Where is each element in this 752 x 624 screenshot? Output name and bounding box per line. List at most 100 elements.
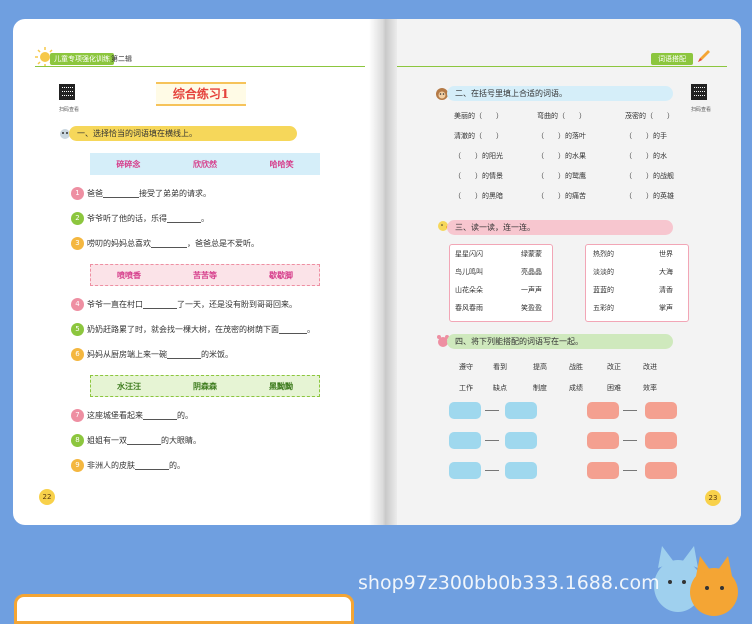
answer-slot[interactable]: [505, 462, 537, 479]
pair-word: 遵守: [459, 363, 473, 371]
qr-code: [691, 84, 707, 100]
book-gutter: [369, 19, 399, 525]
match-word-left: 亮晶晶: [521, 268, 542, 276]
word-option: 喷喷香: [117, 270, 141, 280]
match-word-left: 鸟儿鸣叫: [455, 268, 483, 276]
answer-slot[interactable]: [587, 432, 619, 449]
word-option: 黑黝黝: [269, 381, 293, 391]
question-text: 妈妈从厨房端上来一碗: [87, 350, 167, 359]
match-word-right: 世界: [659, 250, 673, 258]
question-number: 5: [71, 323, 84, 336]
question-text: ，爸爸总是不爱听。: [187, 239, 259, 248]
left-page: 儿童专项强化训练 第二辑 扫码查看 综合练习1 一、选择恰当的词语填在横线上。 …: [13, 19, 373, 525]
answer-blank[interactable]: [127, 436, 161, 445]
answer-blank[interactable]: [151, 239, 187, 248]
answer-blank[interactable]: [143, 300, 177, 309]
question-text: 爷爷一直在村口: [87, 300, 143, 309]
question-text: 的大眼睛。: [161, 436, 201, 445]
question-text: 了一天，还是没有盼到哥哥回来。: [177, 300, 297, 309]
answer-slot[interactable]: [645, 462, 677, 479]
pair-word: 缺点: [493, 384, 507, 392]
qr-label: 扫码查看: [691, 107, 712, 113]
word-group-1: 碎碎念 欣欣然 哈哈笑: [90, 153, 320, 175]
match-word-right: 五彩的: [593, 304, 614, 312]
answer-blank[interactable]: [103, 189, 139, 198]
pair-word: 改进: [643, 363, 657, 371]
question-text: 接受了弟弟的请求。: [139, 189, 211, 198]
question-number: 8: [71, 434, 84, 447]
fill-in-item: （ ）的英雄: [625, 192, 674, 200]
connector-dash: [623, 470, 637, 471]
fill-in-item: （ ）的情景: [454, 172, 503, 180]
pencil-icon: [698, 50, 710, 62]
pair-word: 工作: [459, 384, 473, 392]
pair-word: 战胜: [569, 363, 583, 371]
pair-word: 效率: [643, 384, 657, 392]
word-group-3: 水汪汪 阴森森 黑黝黝: [90, 375, 320, 397]
question-number: 1: [71, 187, 84, 200]
section-1-heading: 一、选择恰当的词语填在横线上。: [69, 126, 297, 141]
question-text: 唠叨的妈妈总喜欢: [87, 239, 151, 248]
cartoon-cats-illustration: [654, 546, 738, 616]
pair-word: 制度: [533, 384, 547, 392]
question-9: 9 非洲人的皮肤 的。: [71, 459, 185, 472]
topic-tag: 词语搭配: [651, 53, 693, 65]
qr-label: 扫码查看: [59, 107, 80, 113]
answer-slot[interactable]: [505, 432, 537, 449]
series-tag: 儿童专项强化训练: [50, 53, 114, 65]
header-divider: [397, 66, 727, 67]
answer-slot[interactable]: [449, 432, 481, 449]
question-4: 4 爷爷一直在村口 了一天，还是没有盼到哥哥回来。: [71, 298, 297, 311]
pair-word: 改正: [607, 363, 621, 371]
question-7: 7 这座城堡看起来 的。: [71, 409, 193, 422]
connector-dash: [623, 410, 637, 411]
answer-slot[interactable]: [449, 402, 481, 419]
answer-slot[interactable]: [587, 402, 619, 419]
word-option: 阴森森: [193, 381, 217, 391]
answer-slot[interactable]: [645, 432, 677, 449]
question-number: 6: [71, 348, 84, 361]
pair-word: 成绩: [569, 384, 583, 392]
pair-word: 困难: [607, 384, 621, 392]
answer-slot[interactable]: [645, 402, 677, 419]
fill-in-item: （ ）的水: [625, 152, 667, 160]
match-word-left: 一声声: [521, 286, 542, 294]
answer-blank[interactable]: [135, 461, 169, 470]
fill-in-item: （ ）的阳光: [454, 152, 503, 160]
question-text: 。: [201, 214, 209, 223]
question-6: 6 妈妈从厨房端上来一碗 的米饭。: [71, 348, 233, 361]
answer-slot[interactable]: [587, 462, 619, 479]
word-option: 水汪汪: [117, 381, 141, 391]
question-number: 7: [71, 409, 84, 422]
match-word-left: 春风春雨: [455, 304, 483, 312]
question-5: 5 奶奶赶路累了时，就会找一棵大树，在茂密的树荫下面 。: [71, 323, 315, 336]
word-option: 欣欣然: [192, 159, 217, 169]
answer-blank[interactable]: [167, 350, 201, 359]
connector-dash: [485, 470, 499, 471]
answer-blank[interactable]: [143, 411, 177, 420]
fill-in-item: （ ）的鹫鹰: [537, 172, 586, 180]
question-text: 。: [307, 325, 315, 334]
answer-slot[interactable]: [449, 462, 481, 479]
question-text: 姐姐有一双: [87, 436, 127, 445]
question-text: 非洲人的皮肤: [87, 461, 135, 470]
answer-slot[interactable]: [505, 402, 537, 419]
question-text: 的。: [169, 461, 185, 470]
page-number-right: 23: [705, 490, 721, 506]
answer-blank[interactable]: [167, 214, 201, 223]
question-8: 8 姐姐有一双 的大眼睛。: [71, 434, 201, 447]
match-word-right: 蓝蓝的: [593, 286, 614, 294]
word-option: 哈哈笑: [269, 159, 294, 169]
fill-in-item: 美丽的（ ）: [454, 112, 503, 120]
word-option: 歇歇脚: [269, 270, 293, 280]
fill-in-item: （ ）的黑暗: [454, 192, 503, 200]
workbook-spread: 儿童专项强化训练 第二辑 扫码查看 综合练习1 一、选择恰当的词语填在横线上。 …: [13, 19, 741, 525]
fill-in-item: 茂密的（ ）: [625, 112, 674, 120]
match-word-right: 热烈的: [593, 250, 614, 258]
question-text: 的。: [177, 411, 193, 420]
word-group-2: 喷喷香 苦苦等 歇歇脚: [90, 264, 320, 286]
question-text: 爸爸: [87, 189, 103, 198]
page-title: 综合练习1: [156, 82, 246, 106]
answer-blank[interactable]: [279, 325, 307, 334]
match-word-right: 清香: [659, 286, 673, 294]
